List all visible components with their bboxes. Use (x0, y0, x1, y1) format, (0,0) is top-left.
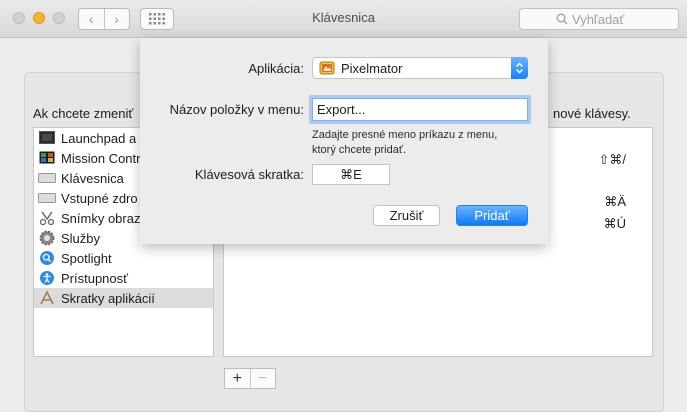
shortcut-label: Klávesová skratka: (194, 167, 304, 182)
spotlight-icon (38, 250, 56, 266)
menu-title-field[interactable] (312, 98, 528, 121)
cancel-button[interactable]: Zrušiť (373, 205, 440, 226)
shortcut-recorder-field[interactable]: ⌘E (312, 164, 390, 185)
application-value: Pixelmator (341, 60, 403, 76)
sidebar-item-label: Klávesnica (61, 170, 124, 186)
pixelmator-app-icon (319, 61, 335, 75)
sidebar-item-app-shortcuts[interactable]: Skratky aplikácií (34, 288, 213, 308)
screenshot-icon (38, 210, 56, 226)
help-line: ktorý chcete pridať. (312, 144, 406, 156)
search-icon (556, 13, 568, 25)
title-bar: ‹ › Klávesnica (0, 0, 687, 38)
keyboard-icon (38, 170, 56, 186)
preferences-window: ‹ › Klávesnica Ak chcete zmeniť nové klá… (0, 0, 687, 412)
sidebar-item-label: Spotlight (61, 250, 112, 266)
application-popup[interactable]: Pixelmator (312, 57, 528, 79)
add-remove-control: + − (224, 368, 276, 389)
sidebar-item-label: Snímky obraz (61, 210, 141, 226)
sidebar-item-spotlight[interactable]: Spotlight (34, 248, 213, 268)
sidebar-item-label: Prístupnosť (61, 270, 129, 286)
menu-title-label: Názov položky v menu: (169, 102, 304, 117)
instruction-text: Ak chcete zmeniť (33, 106, 134, 121)
sidebar-item-label: Vstupné zdro (61, 190, 138, 206)
mission-control-icon (38, 150, 56, 166)
accessibility-icon (38, 270, 56, 286)
services-gear-icon (38, 230, 56, 246)
search-input[interactable] (572, 11, 642, 27)
add-shortcut-button[interactable]: + (225, 369, 250, 388)
popup-arrows-icon (511, 57, 528, 79)
sidebar-item-label: Launchpad a (61, 130, 137, 146)
shortcut-key: ⇧⌘/ (598, 152, 626, 167)
sidebar-item-label: Mission Contr (61, 150, 141, 166)
application-label: Aplikácia: (248, 61, 304, 76)
sidebar-item-label: Skratky aplikácií (61, 290, 155, 306)
launchpad-icon (38, 130, 56, 146)
add-button[interactable]: Pridať (456, 205, 528, 226)
shortcut-key: ⌘Ä (604, 194, 626, 209)
help-line: Zadajte presné meno príkazu z menu, (312, 129, 498, 141)
search-field[interactable] (519, 8, 679, 30)
menu-title-help: Zadajte presné meno príkazu z menu, ktor… (312, 128, 497, 158)
input-sources-icon (38, 190, 56, 206)
app-shortcuts-icon (38, 290, 56, 306)
sidebar-item-accessibility[interactable]: Prístupnosť (34, 268, 213, 288)
shortcut-key: ⌘Ú (603, 216, 626, 231)
add-shortcut-sheet: Aplikácia: Pixelmator Názov položky v me… (140, 38, 548, 244)
instruction-text-end: nové klávesy. (553, 106, 631, 121)
remove-shortcut-button[interactable]: − (249, 369, 276, 388)
sidebar-item-label: Služby (61, 230, 101, 246)
